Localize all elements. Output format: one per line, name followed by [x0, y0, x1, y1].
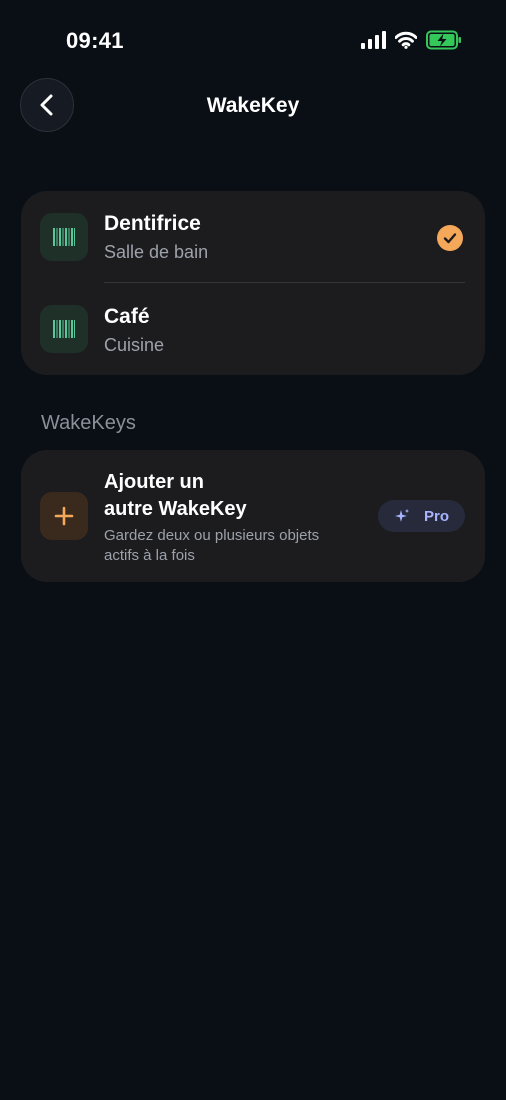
status-bar: 09:41 — [0, 0, 506, 80]
page-title: WakeKey — [206, 94, 300, 117]
pro-label: Pro — [423, 507, 449, 525]
sparkles-icon — [394, 509, 409, 522]
pro-badge[interactable]: Pro — [378, 500, 465, 532]
section-label: WakeKeys — [41, 412, 136, 434]
object-name: Dentifrice — [104, 212, 201, 235]
add-wakekey-title: Ajouter un autre WakeKey — [104, 469, 344, 523]
cellular-signal-icon — [361, 31, 386, 49]
add-icon — [40, 492, 88, 540]
barcode-icon — [53, 320, 75, 338]
status-time: 09:41 — [66, 28, 124, 53]
wakekey-screen: 09:41 WakeKey Dentifrice Salle de bain C… — [0, 0, 506, 1100]
object-row-dentifrice[interactable]: Dentifrice Salle de bain — [21, 191, 485, 283]
object-location: Cuisine — [104, 335, 165, 355]
add-subtitle-line2: actifs à la fois — [104, 547, 195, 564]
add-wakekey-card[interactable]: Ajouter un autre WakeKey Gardez deux ou … — [21, 450, 485, 582]
object-row-cafe[interactable]: Café Cuisine — [21, 283, 485, 375]
object-location: Salle de bain — [104, 242, 209, 262]
status-icons — [361, 30, 462, 50]
wifi-icon — [395, 31, 417, 49]
barcode-icon — [53, 228, 75, 246]
add-subtitle-line1: Gardez deux ou plusieurs objets — [104, 527, 320, 544]
selected-check-icon — [437, 225, 463, 251]
add-title-line1: Ajouter un — [104, 471, 204, 493]
object-name: Café — [104, 305, 150, 328]
plus-icon — [54, 506, 74, 526]
object-icon — [40, 305, 88, 353]
add-wakekey-subtitle: Gardez deux ou plusieurs objets actifs à… — [104, 526, 374, 566]
object-icon — [40, 213, 88, 261]
add-title-line2: autre WakeKey — [104, 498, 247, 520]
objects-card: Dentifrice Salle de bain Café Cuisine — [21, 191, 485, 375]
battery-charging-icon — [426, 30, 461, 50]
